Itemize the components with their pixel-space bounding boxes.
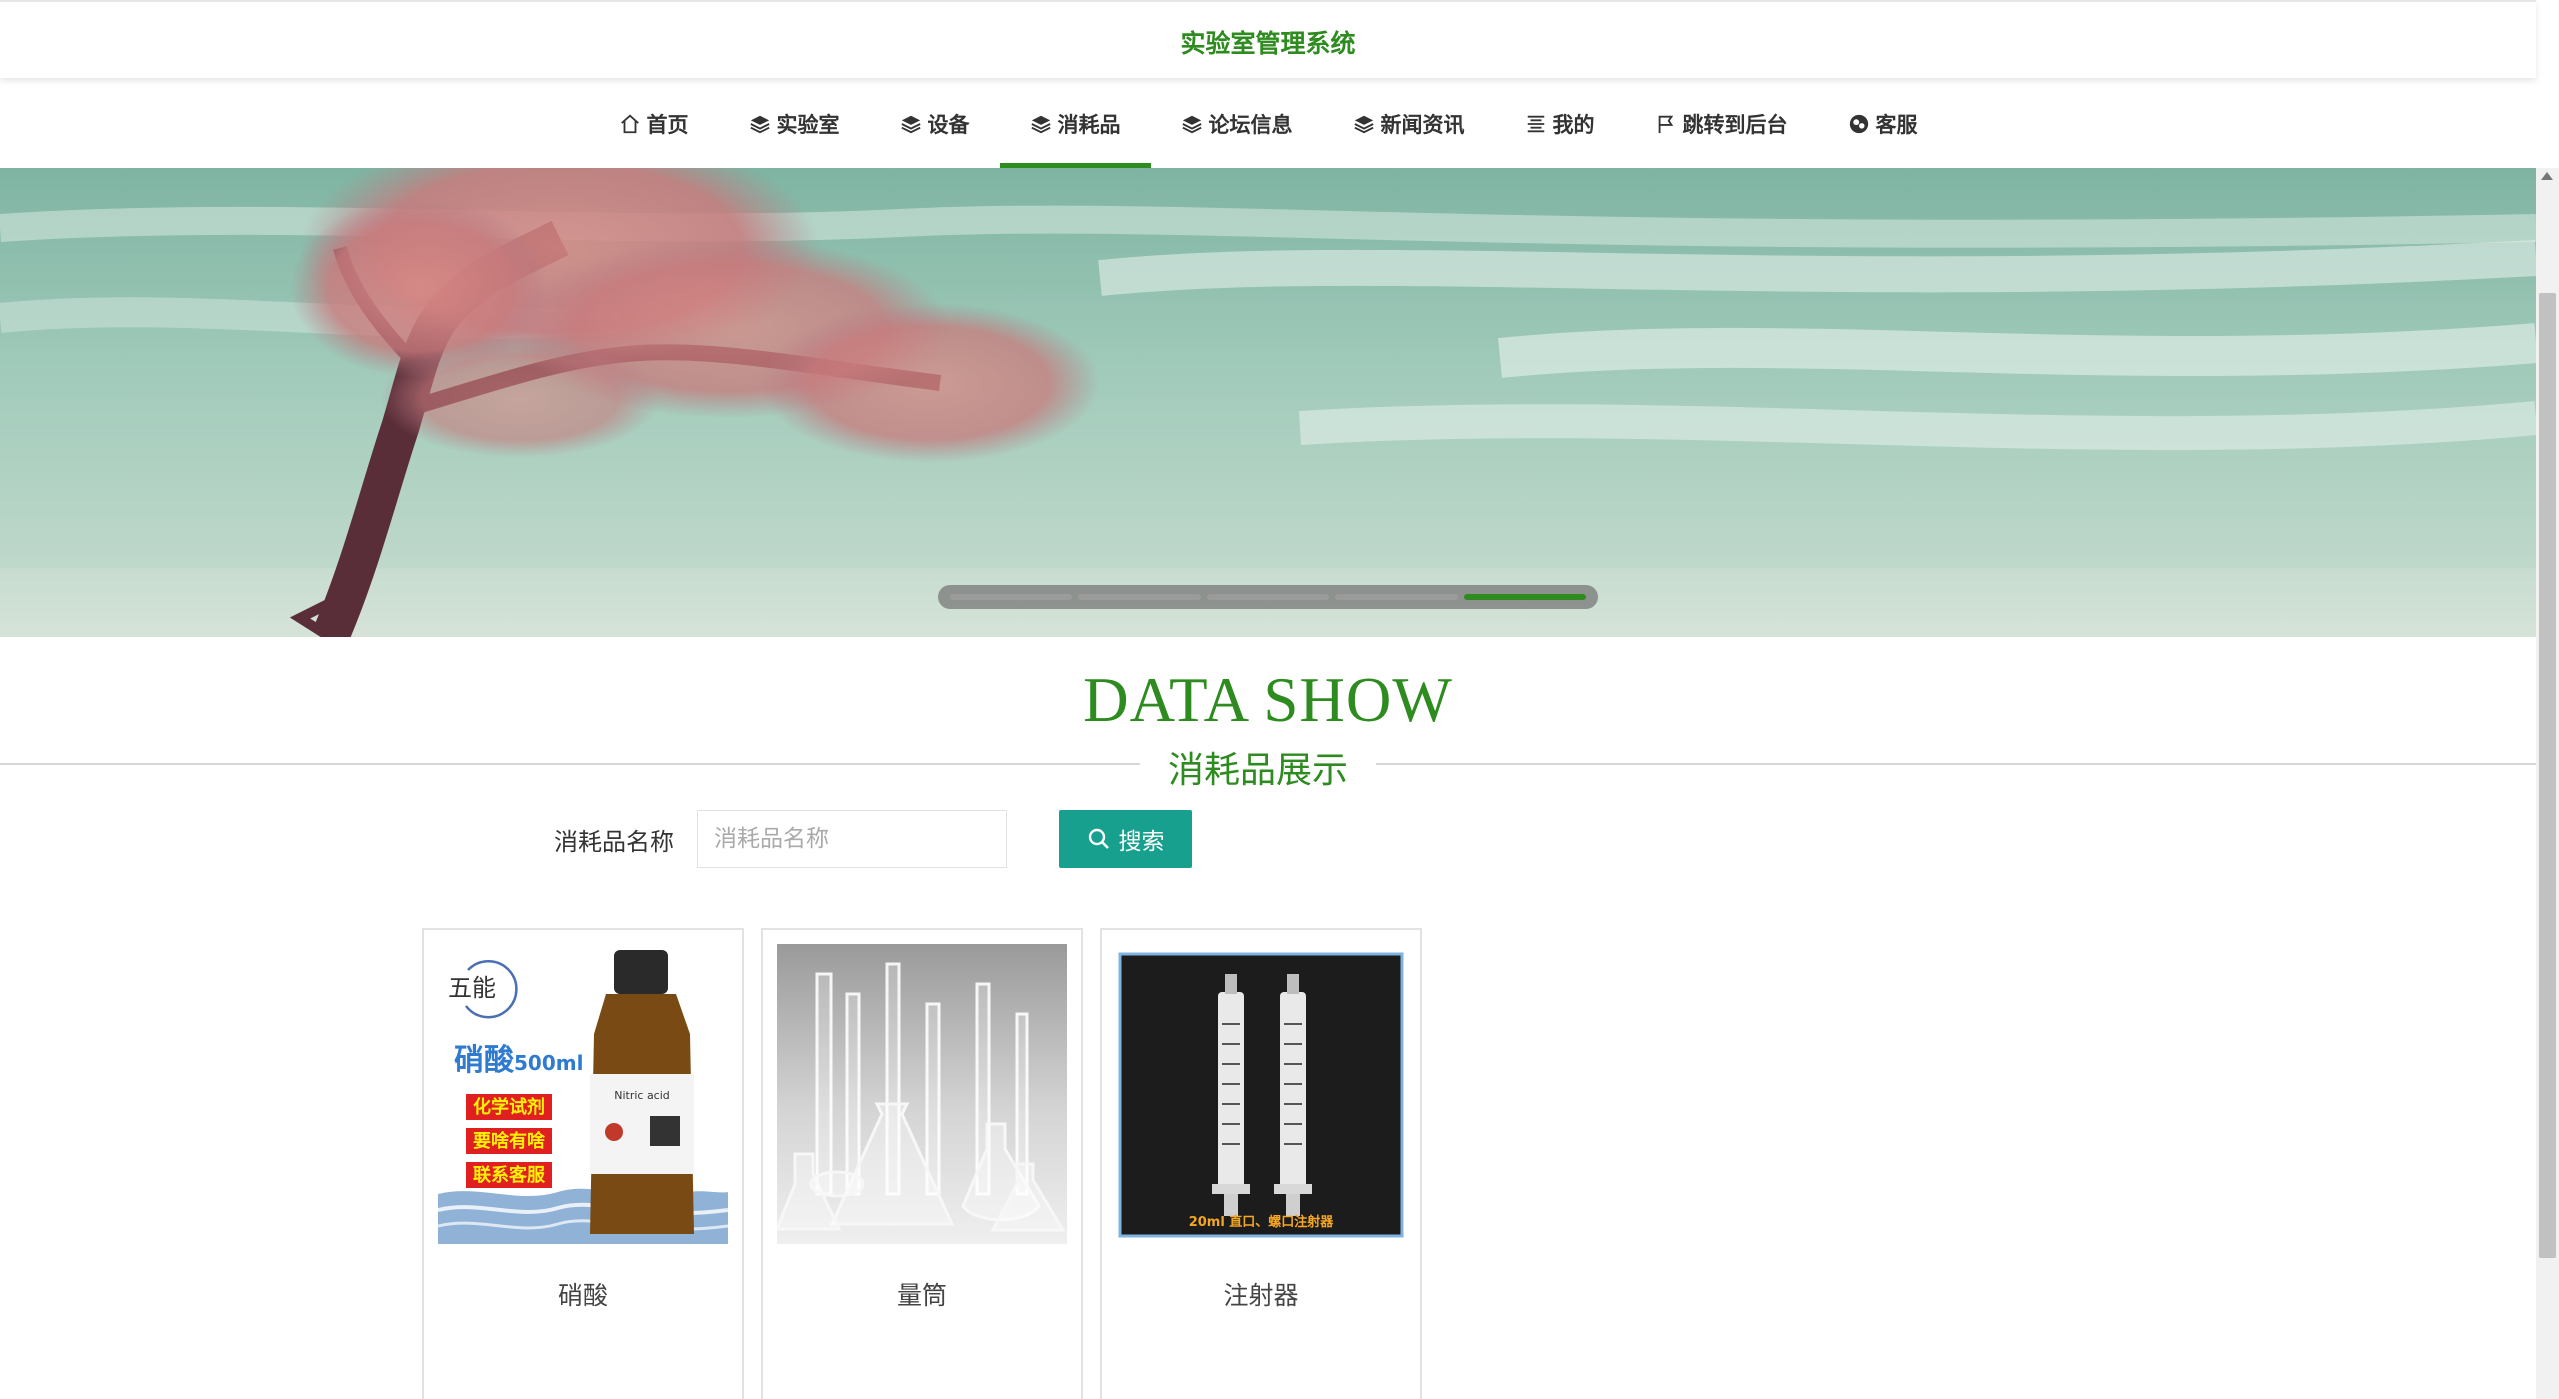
tag-text: 要啥有啥 [473, 1130, 545, 1152]
nav-item-label: 实验室 [776, 113, 840, 137]
nav-item-news[interactable]: 新闻资讯 [1323, 80, 1495, 168]
carousel-dot[interactable] [1206, 594, 1330, 600]
product-card[interactable]: 量筒 [761, 928, 1083, 1399]
tag-text: 联系客服 [473, 1164, 546, 1186]
product-image[interactable]: 20ml 直口、螺口注射器 [1116, 944, 1406, 1244]
site-title: 实验室管理系统 [1180, 29, 1356, 58]
page-scrollbar[interactable] [2536, 168, 2559, 1399]
carousel-dot-active[interactable] [1463, 594, 1587, 600]
product-name[interactable]: 硝酸 [424, 1276, 742, 1312]
section-title: DATA SHOW [1083, 665, 1453, 735]
carousel-dot[interactable] [950, 594, 1073, 600]
nav-item-label: 设备 [927, 113, 970, 137]
scroll-thumb[interactable] [2539, 293, 2556, 1258]
product-image-caption: 20ml 直口、螺口注射器 [1189, 1214, 1335, 1230]
nav-item-home[interactable]: 首页 [589, 80, 719, 168]
tag-text: 化学试剂 [473, 1096, 545, 1118]
search-label: 消耗品名称 [554, 828, 674, 856]
search-button[interactable]: 搜索 [1059, 810, 1192, 868]
nav-item-lab[interactable]: 实验室 [719, 80, 870, 168]
top-header: 实验室管理系统 [0, 0, 2536, 78]
nav-item-label: 消耗品 [1057, 113, 1121, 137]
carousel-dot[interactable] [1335, 594, 1458, 600]
nav-item-consumables[interactable]: 消耗品 [999, 80, 1151, 168]
home-icon [620, 114, 639, 134]
nav-item-service[interactable]: 客服 [1818, 80, 1948, 168]
search-icon [1088, 828, 1109, 849]
layers-icon [1181, 115, 1202, 134]
search-input[interactable] [697, 810, 1007, 868]
layers-icon [900, 115, 921, 134]
product-image[interactable] [777, 944, 1067, 1244]
nav-item-label: 客服 [1875, 113, 1918, 137]
product-name[interactable]: 量筒 [763, 1276, 1081, 1312]
product-image-title: 硝酸 [454, 1043, 515, 1078]
product-name[interactable]: 注射器 [1102, 1276, 1420, 1312]
nav-item-label: 跳转到后台 [1682, 113, 1788, 137]
nav-item-forum[interactable]: 论坛信息 [1151, 80, 1323, 168]
carousel-indicator [938, 585, 1598, 609]
main-navigation: 首页 实验室 设备 消耗品 论坛信息 新闻资讯 我的 跳转到后台 客服 [0, 80, 2536, 168]
search-button-label: 搜索 [1118, 829, 1165, 855]
product-card[interactable]: 五能 硝酸 500ml 化学试剂 要啥有啥 联系客服 Nitric acid 硝… [422, 928, 744, 1399]
nav-item-mine[interactable]: 我的 [1495, 80, 1625, 168]
section-subtitle: 消耗品展示 [1140, 741, 1376, 791]
list-icon [1527, 115, 1544, 133]
carousel-dot[interactable] [1078, 594, 1201, 600]
bottle-label-text: Nitric acid [614, 1089, 670, 1102]
layers-icon [1030, 115, 1051, 134]
layers-icon [1353, 115, 1374, 134]
product-image[interactable]: 五能 硝酸 500ml 化学试剂 要啥有啥 联系客服 Nitric acid [438, 944, 728, 1244]
layers-icon [749, 115, 770, 134]
brand-text: 五能 [448, 974, 496, 1002]
scroll-up-arrow-icon[interactable] [2541, 172, 2553, 180]
banner-tree-image [0, 168, 2536, 637]
product-card[interactable]: 20ml 直口、螺口注射器 注射器 [1100, 928, 1422, 1399]
nav-item-label: 论坛信息 [1208, 113, 1293, 137]
chat-icon [1849, 114, 1868, 134]
nav-item-label: 我的 [1552, 113, 1595, 137]
nav-item-admin[interactable]: 跳转到后台 [1625, 80, 1818, 168]
nav-item-label: 新闻资讯 [1380, 113, 1465, 137]
product-image-volume: 500ml [514, 1051, 583, 1075]
banner-carousel[interactable] [0, 168, 2536, 637]
nav-item-equipment[interactable]: 设备 [870, 80, 1000, 168]
nav-item-label: 首页 [646, 113, 689, 137]
page: 实验室管理系统 首页 实验室 设备 消耗品 论坛信息 新闻资讯 我的 跳转到后台… [0, 0, 2559, 1399]
flag-icon [1658, 115, 1673, 134]
